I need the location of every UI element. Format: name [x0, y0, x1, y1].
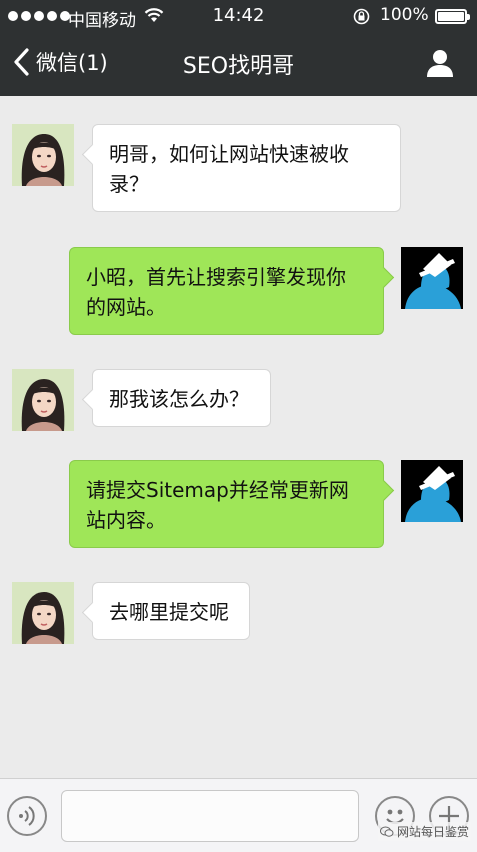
message-text: 小昭，首先让搜索引擎发现你的网站。	[86, 265, 346, 319]
message-text: 请提交Sitemap并经常更新网站内容。	[86, 478, 349, 532]
wechat-logo-icon	[380, 826, 394, 837]
profile-icon[interactable]	[424, 47, 456, 79]
message-input[interactable]	[61, 790, 359, 842]
rotation-lock-icon	[353, 8, 370, 25]
page-title: SEO找明哥	[182, 54, 295, 79]
avatar[interactable]	[12, 124, 74, 186]
sent-bubble[interactable]: 请提交Sitemap并经常更新网站内容。	[69, 460, 384, 548]
chat-area[interactable]: 明哥，如何让网站快速被收录？ 小昭，首先让搜索引擎发现你的网站。 那我该怎么办？…	[0, 96, 477, 778]
status-bar: 中国移动 14:42 100%	[0, 0, 477, 32]
received-bubble[interactable]: 那我该怎么办？	[92, 369, 271, 427]
received-bubble[interactable]: 去哪里提交呢	[92, 582, 250, 640]
watermark: 网站每日鉴赏	[378, 822, 472, 841]
avatar[interactable]	[401, 247, 463, 309]
battery-percent: 100%	[380, 5, 429, 25]
top-bar: 中国移动 14:42 100% 微信(1) SEO找明哥	[0, 0, 477, 96]
received-bubble[interactable]: 明哥，如何让网站快速被收录？	[92, 124, 401, 212]
nav-bar: 微信(1) SEO找明哥	[0, 32, 477, 96]
battery-icon	[435, 9, 470, 24]
sent-bubble[interactable]: 小昭，首先让搜索引擎发现你的网站。	[69, 247, 384, 335]
watermark-text: 网站每日鉴赏	[397, 825, 470, 839]
message-text: 去哪里提交呢	[109, 600, 229, 624]
avatar[interactable]	[12, 582, 74, 644]
avatar[interactable]	[401, 460, 463, 522]
message-text: 明哥，如何让网站快速被收录？	[109, 142, 349, 196]
avatar[interactable]	[12, 369, 74, 431]
input-bar: 网站每日鉴赏	[0, 778, 477, 852]
voice-button[interactable]	[7, 796, 47, 836]
voice-icon	[19, 806, 35, 826]
message-text: 那我该怎么办？	[109, 387, 249, 411]
